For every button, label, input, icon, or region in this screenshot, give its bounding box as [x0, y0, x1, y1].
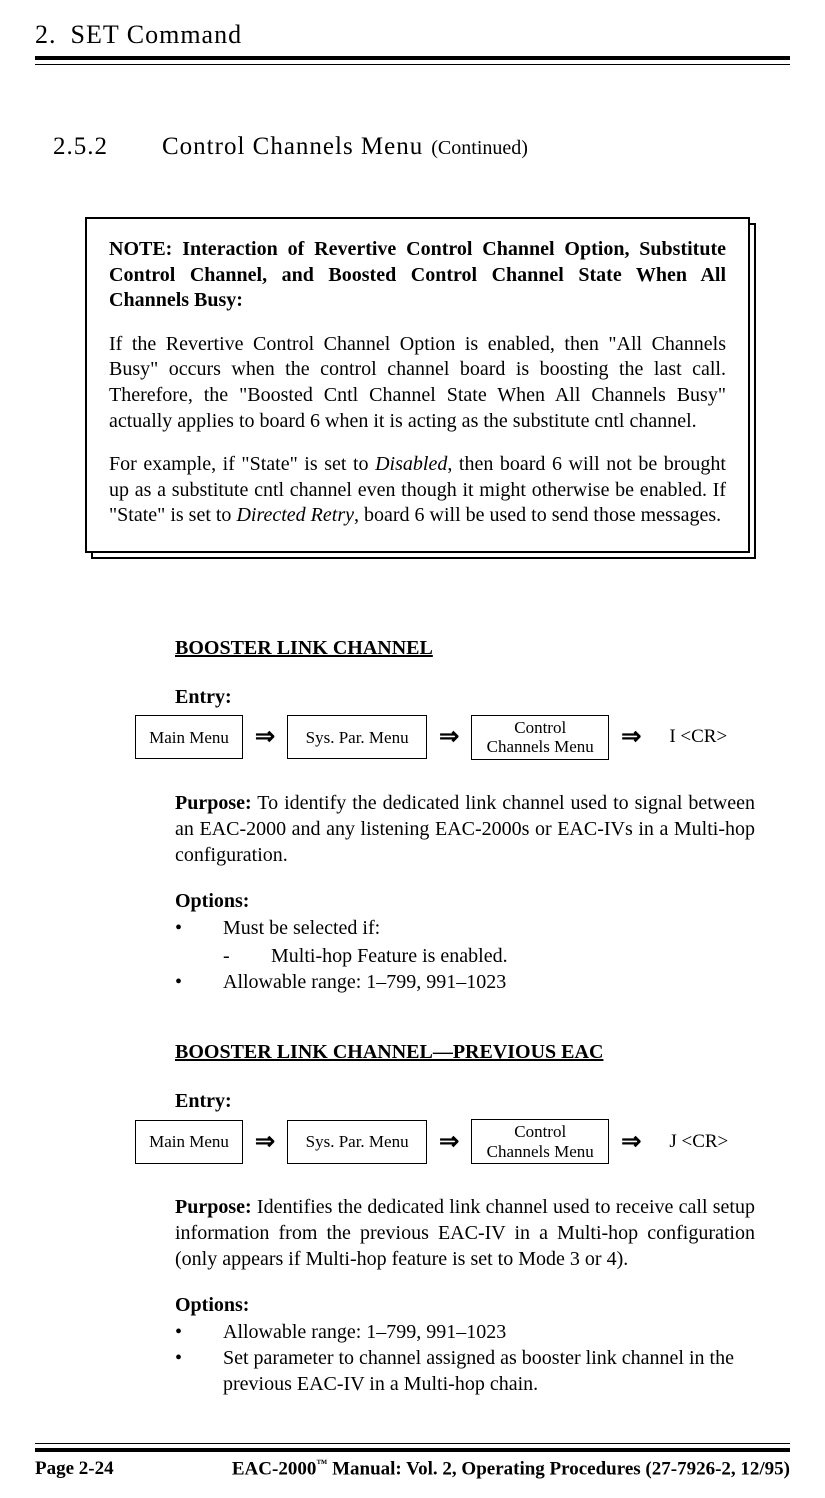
option-2-2: Set parameter to channel assigned as boo… [223, 1345, 755, 1397]
option-2-1: Allowable range: 1–799, 991–1023 [223, 1319, 506, 1345]
subsection-number: 2.5.2 [53, 133, 108, 161]
arrow-icon: ⇒ [621, 725, 641, 749]
subsection-title: Control Channels Menu [162, 133, 423, 161]
purpose-2: Purpose: Identifies the dedicated link c… [175, 1194, 755, 1272]
menu-box-main: Main Menu [135, 1120, 243, 1164]
chapter-header: 2. SET Command [35, 20, 790, 133]
keystroke-j: J <CR> [669, 1131, 728, 1153]
note-paragraph-2: For example, if "State" is set to Disabl… [109, 452, 726, 529]
entry-label: Entry: [175, 686, 755, 709]
note-paragraph-1: If the Revertive Control Channel Option … [109, 332, 726, 434]
options-list-1: • Must be selected if: - Multi-hop Featu… [175, 915, 755, 995]
header-rule [35, 56, 790, 65]
options-label: Options: [175, 890, 755, 913]
arrow-icon: ⇒ [621, 1130, 641, 1154]
manual-title: EAC-2000™ Manual: Vol. 2, Operating Proc… [232, 1458, 790, 1480]
page-footer: Page 2-24 EAC-2000™ Manual: Vol. 2, Oper… [35, 1439, 790, 1480]
arrow-icon: ⇒ [255, 725, 275, 749]
arrow-icon: ⇒ [439, 1130, 459, 1154]
menu-box-syspar: Sys. Par. Menu [287, 1120, 427, 1164]
options-label: Options: [175, 1294, 755, 1317]
entry-flow-1: Main Menu ⇒ Sys. Par. Menu ⇒ Control Cha… [135, 715, 755, 760]
continued-label: (Continued) [431, 137, 528, 160]
purpose-1: Purpose: To identify the dedicated link … [175, 790, 755, 868]
chapter-number: 2. [35, 20, 57, 49]
booster-link-channel-prev-title: BOOSTER LINK CHANNEL—PREVIOUS EAC [175, 1041, 755, 1064]
page-number: Page 2-24 [35, 1458, 114, 1480]
subsection-heading: 2.5.2 Control Channels Menu (Continued) [53, 133, 790, 161]
keystroke-i: I <CR> [669, 726, 727, 748]
options-list-2: • Allowable range: 1–799, 991–1023 • Set… [175, 1319, 755, 1397]
menu-box-main: Main Menu [135, 715, 243, 759]
arrow-icon: ⇒ [255, 1130, 275, 1154]
menu-box-control-channels: Control Channels Menu [471, 715, 609, 760]
entry-label: Entry: [175, 1090, 755, 1113]
option-1-1-sub: Multi-hop Feature is enabled. [271, 943, 508, 969]
note-box: NOTE: Interaction of Revertive Control C… [85, 217, 750, 553]
arrow-icon: ⇒ [439, 725, 459, 749]
menu-box-syspar: Sys. Par. Menu [287, 715, 427, 759]
chapter-title: SET Command [71, 20, 243, 49]
note-title: NOTE: Interaction of Revertive Control C… [109, 238, 726, 311]
option-1-1: Must be selected if: [223, 917, 380, 939]
entry-flow-2: Main Menu ⇒ Sys. Par. Menu ⇒ Control Cha… [135, 1119, 755, 1164]
option-1-2: Allowable range: 1–799, 991–1023 [223, 969, 506, 995]
booster-link-channel-title: BOOSTER LINK CHANNEL [175, 637, 755, 660]
menu-box-control-channels: Control Channels Menu [471, 1119, 609, 1164]
